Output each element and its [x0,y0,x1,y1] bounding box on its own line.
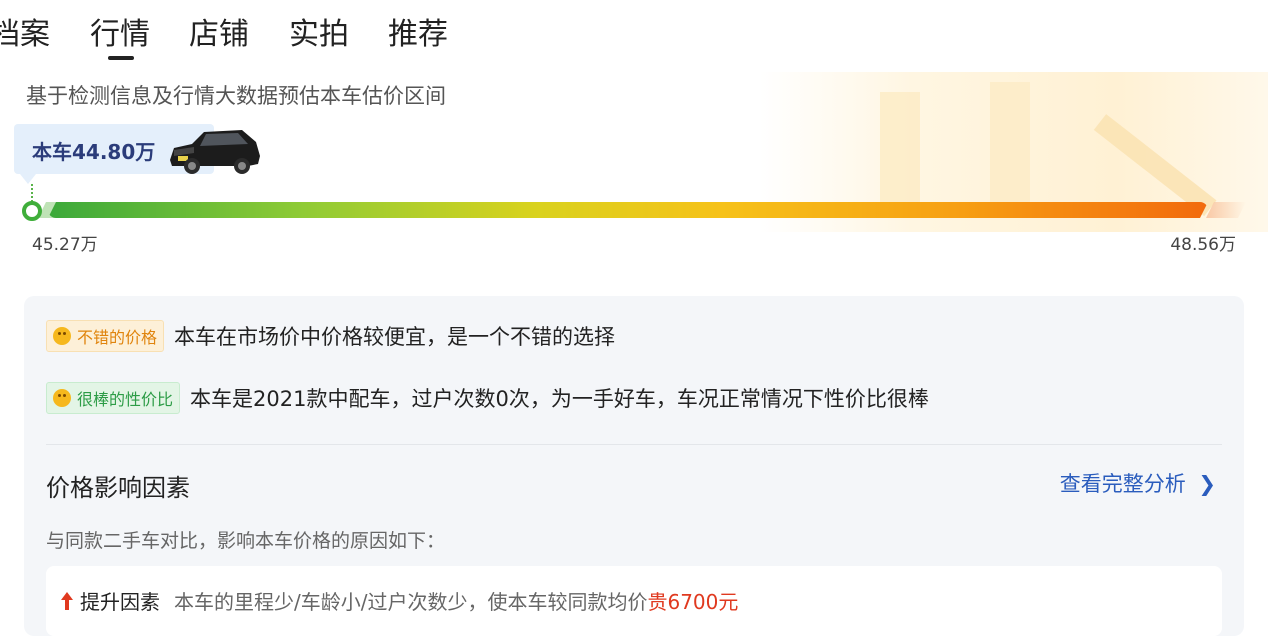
factor-label: 提升因素 [80,590,160,614]
arrow-up-icon [61,591,73,610]
grin-icon [53,389,71,407]
tag-row-price: 不错的价格 本车在市场价中价格较便宜，是一个不错的选择 [46,320,615,352]
tag-description: 本车是2021款中配车，过户次数0次，为一手好车，车况正常情况下性价比很棒 [190,387,929,411]
car-icon [170,130,260,174]
active-tab-indicator [108,56,134,60]
car-price-badge: 本车44.80万 [14,124,260,184]
factor-item: 提升因素 本车的里程少/车龄小/过户次数少，使本车较同款均价 贵6700元 [46,566,1222,636]
section-subtitle: 与同款二手车对比，影响本车价格的原因如下： [46,530,446,552]
divider [46,444,1222,445]
tab-store[interactable]: 店铺 [189,14,249,56]
factor-price: 贵6700元 [647,590,739,614]
chevron-right-icon: ❯ [1198,472,1216,496]
price-analysis-card: 不错的价格 本车在市场价中价格较便宜，是一个不错的选择 很棒的性价比 本车是20… [24,296,1244,636]
tag-row-value: 很棒的性价比 本车是2021款中配车，过户次数0次，为一手好车，车况正常情况下性… [46,382,929,414]
tab-recommend[interactable]: 推荐 [388,14,448,56]
tag-label: 很棒的性价比 [77,390,174,409]
estimate-description: 基于检测信息及行情大数据预估本车估价区间 [26,84,446,108]
link-label: 查看完整分析 [1059,472,1186,496]
price-range-bar [48,202,1208,218]
tag-description: 本车在市场价中价格较便宜，是一个不错的选择 [174,325,616,349]
range-high-label: 48.56万 [1170,235,1236,255]
tab-market[interactable]: 行情 [90,14,150,56]
section-title: 价格影响因素 [46,474,190,502]
tab-photos[interactable]: 实拍 [289,14,349,56]
marker-connector [31,184,33,202]
tag-label: 不错的价格 [77,328,158,347]
factor-text: 本车的里程少/车龄小/过户次数少，使本车较同款均价 [174,590,648,614]
great-value-tag: 很棒的性价比 [46,382,181,414]
range-low-label: 45.27万 [32,235,98,255]
car-position-marker [22,201,42,221]
smile-icon [53,327,71,345]
good-price-tag: 不错的价格 [46,320,165,352]
view-full-analysis-link[interactable]: 查看完整分析 ❯ [1060,468,1216,498]
tab-archive[interactable]: 档案 [0,14,50,56]
car-price-label: 本车44.80万 [32,140,156,164]
